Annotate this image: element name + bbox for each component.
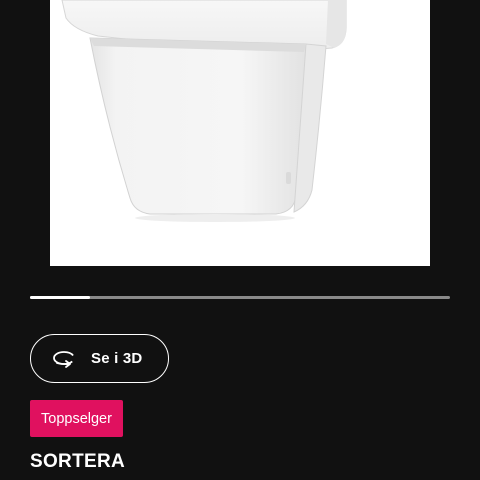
product-title: SORTERA	[30, 451, 125, 472]
recycling-bin-image	[61, 0, 347, 222]
product-page: Se i 3D Toppselger SORTERA	[0, 0, 480, 480]
view-in-3d-label: Se i 3D	[91, 350, 143, 367]
rotate-3d-icon	[52, 349, 78, 369]
image-carousel-progress[interactable]	[30, 296, 450, 299]
top-seller-badge: Toppselger	[30, 400, 123, 437]
product-image[interactable]	[50, 0, 430, 266]
carousel-progress-fill	[30, 296, 91, 299]
view-in-3d-button[interactable]: Se i 3D	[30, 334, 169, 383]
